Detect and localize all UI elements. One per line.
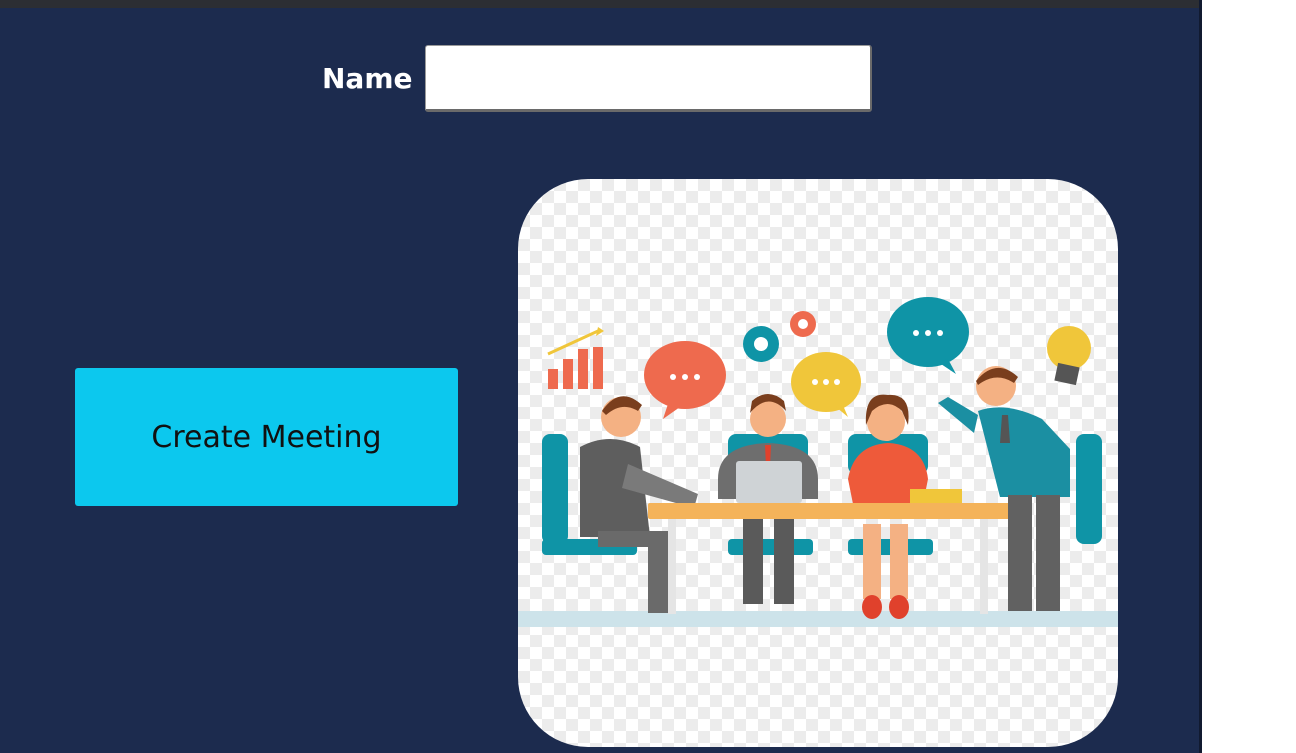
person-standing-shape bbox=[938, 366, 1070, 611]
gear-icon bbox=[743, 311, 816, 362]
create-meeting-label: Create Meeting bbox=[151, 419, 382, 455]
name-label: Name bbox=[322, 62, 413, 95]
name-input[interactable] bbox=[425, 45, 872, 112]
meeting-illustration-graphic bbox=[518, 297, 1118, 627]
window-title-strip bbox=[0, 0, 1201, 8]
speech-bubble-red-icon bbox=[644, 341, 726, 419]
floor-shape bbox=[518, 611, 1118, 627]
speech-bubble-yellow-icon bbox=[791, 352, 861, 417]
meeting-illustration bbox=[518, 179, 1118, 747]
table-shape bbox=[648, 489, 1018, 614]
app-window: Name Create Meeting bbox=[0, 0, 1202, 753]
growth-chart-icon bbox=[547, 327, 604, 389]
person-center-shape bbox=[718, 394, 818, 604]
speech-bubble-teal-icon bbox=[887, 297, 969, 374]
lightbulb-icon bbox=[1047, 326, 1091, 386]
window-edge bbox=[1199, 0, 1202, 753]
create-meeting-button[interactable]: Create Meeting bbox=[75, 368, 458, 506]
